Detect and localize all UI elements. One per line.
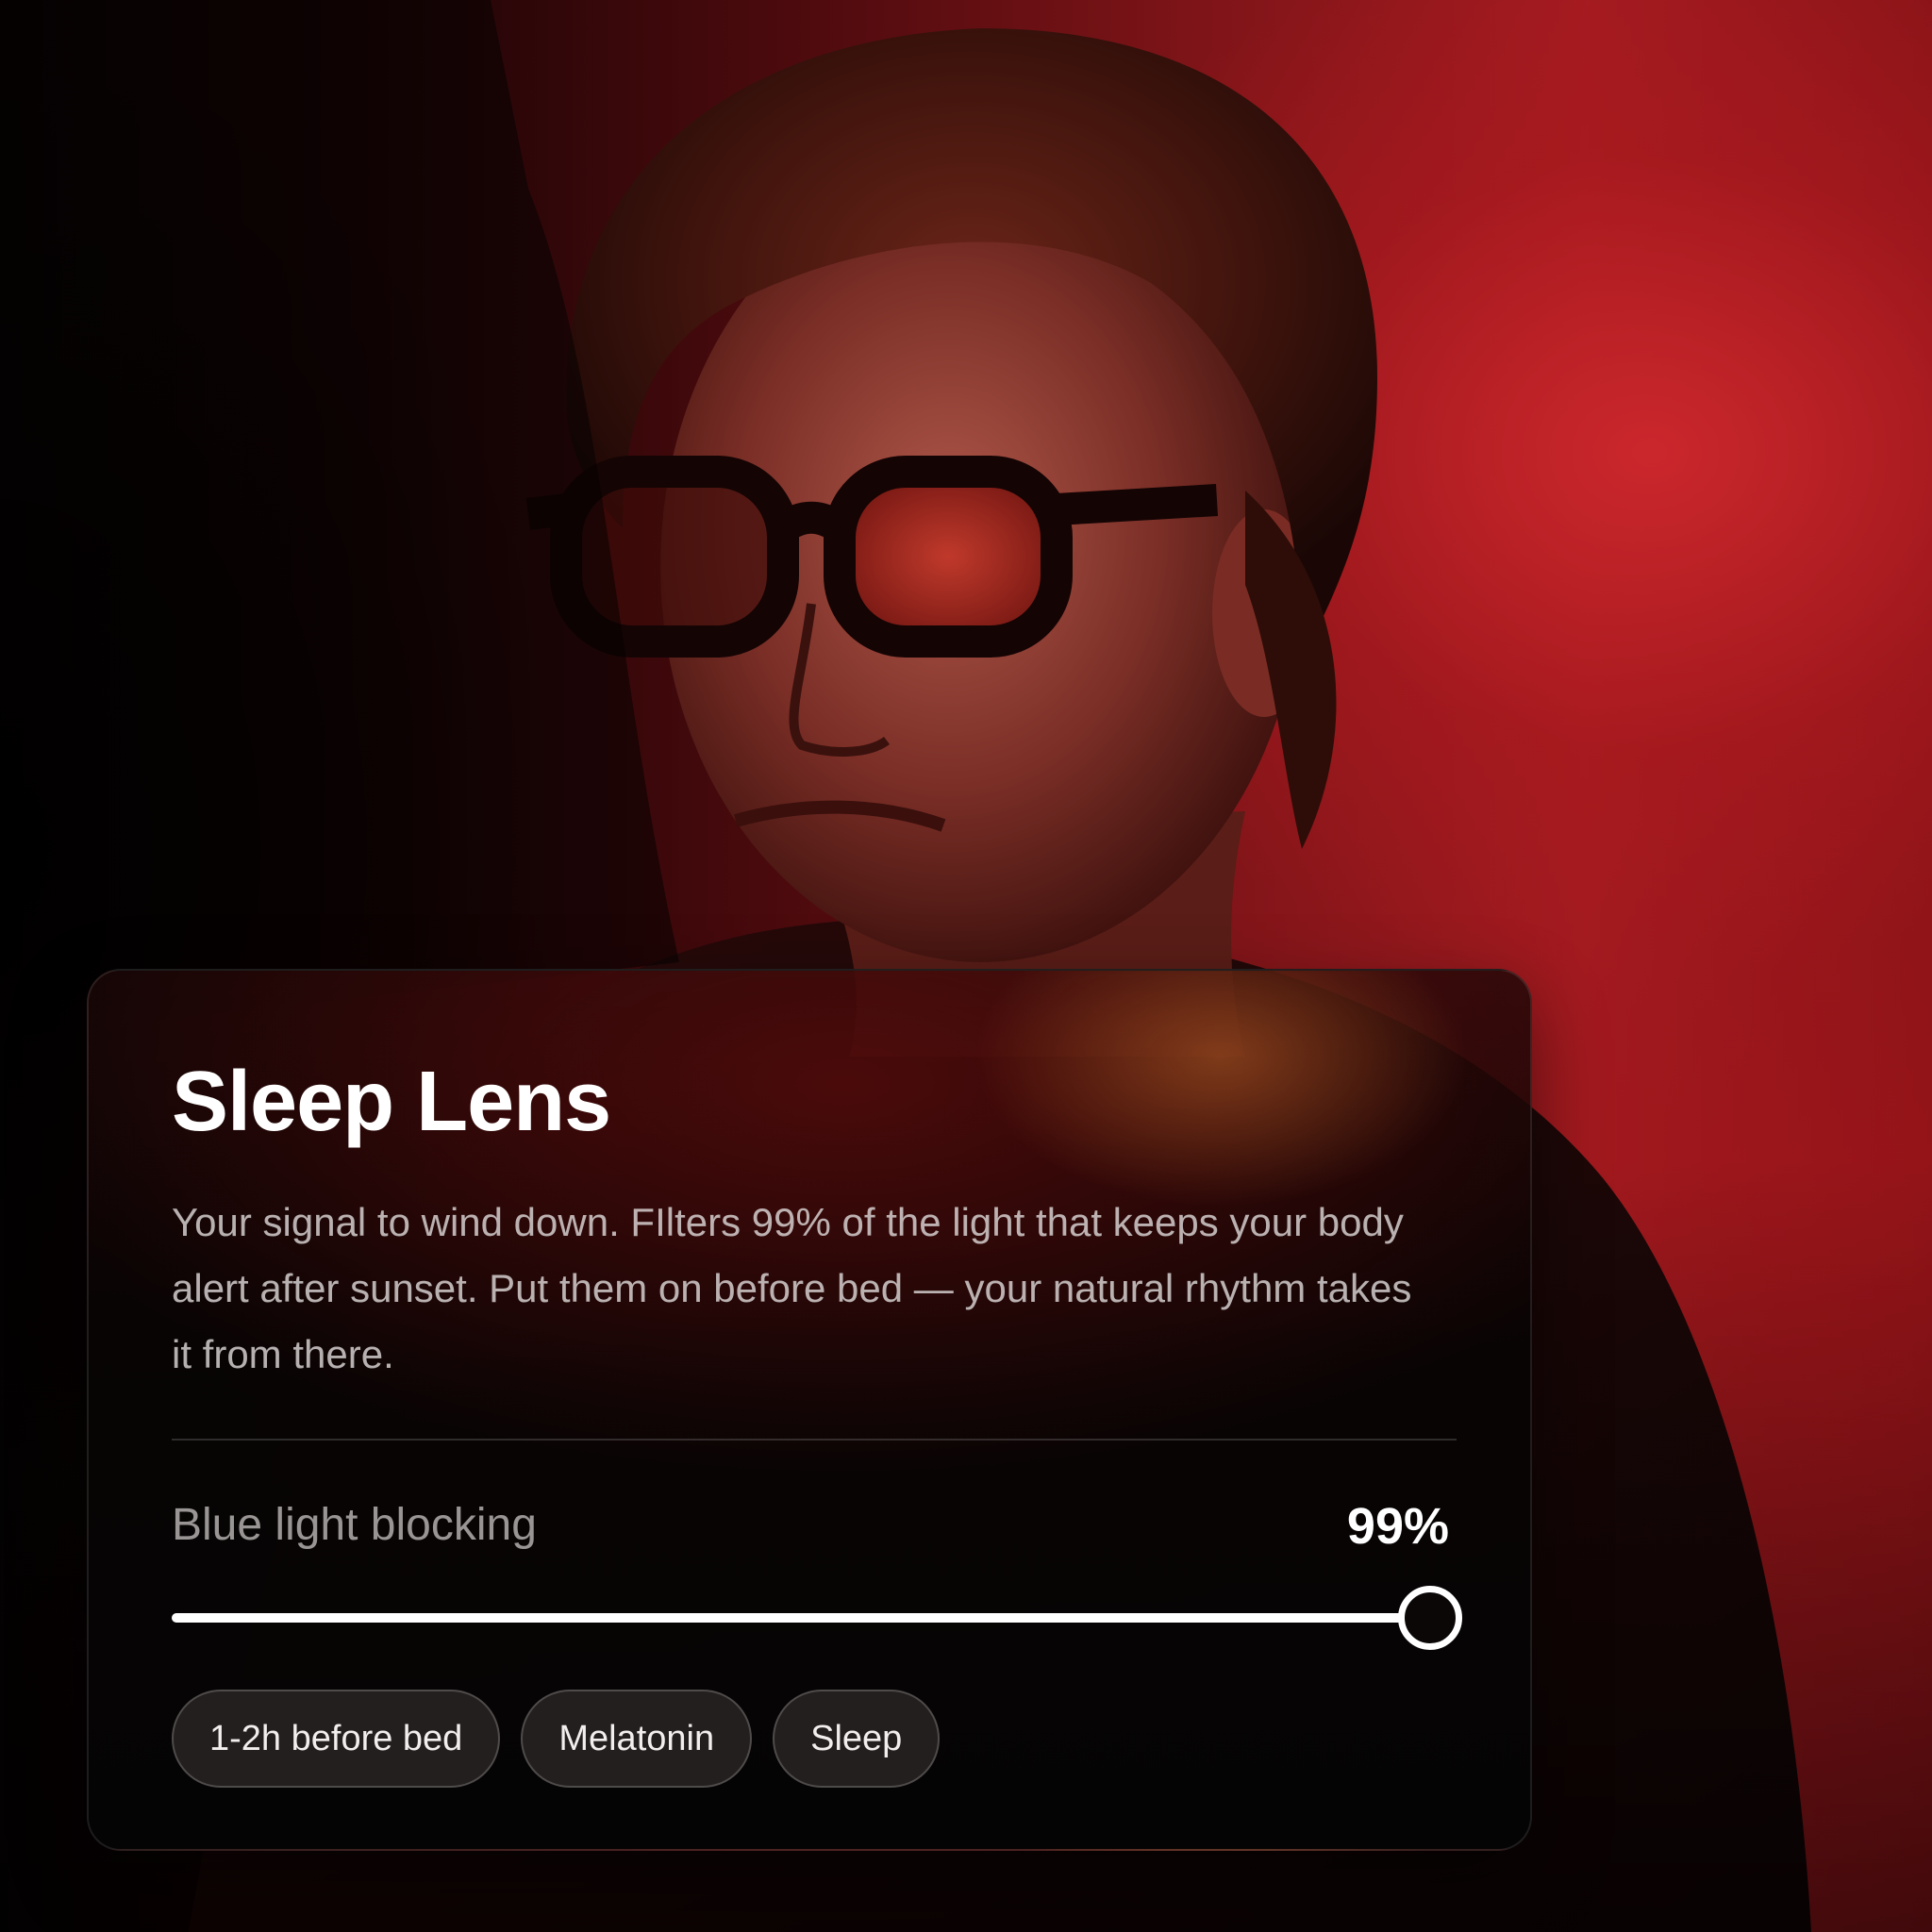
slider-thumb[interactable] — [1397, 1586, 1462, 1650]
product-description: Your signal to wind down. FIlters 99% of… — [172, 1200, 1412, 1376]
tag-chip[interactable]: 1-2h before bed — [172, 1690, 501, 1788]
blue-light-label: Blue light blocking — [172, 1500, 537, 1550]
blue-light-slider[interactable] — [172, 1586, 1462, 1650]
product-card: Sleep Lens Your signal to wind down. FIl… — [87, 969, 1532, 1851]
product-title: Sleep Lens — [172, 1055, 611, 1149]
tag-chip[interactable]: Melatonin — [521, 1690, 753, 1788]
tag-chip[interactable]: Sleep — [773, 1690, 941, 1788]
blue-light-value: 99% — [1346, 1498, 1449, 1555]
tag-list: 1-2h before bed Melatonin Sleep — [172, 1690, 941, 1788]
divider — [172, 1439, 1457, 1441]
slider-fill — [172, 1613, 1430, 1623]
